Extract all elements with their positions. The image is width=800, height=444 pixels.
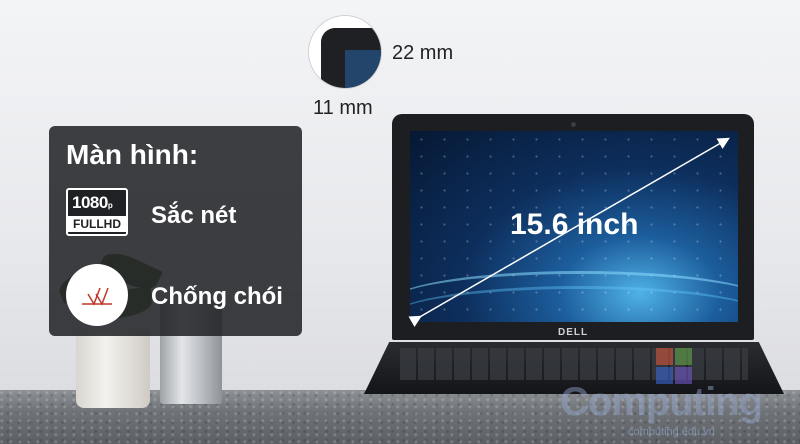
watermark: Computing [560,380,763,424]
fullhd-1080p-icon: 1080p FULLHD [66,188,128,236]
product-banner: 22 mm 11 mm 15.6 inch DELL Màn hình: 108… [0,0,800,444]
feature-antiglare-label: Chống chói [151,283,283,310]
anti-glare-icon [66,264,128,326]
feature-sharp-label: Sắc nét [151,202,237,229]
brand-logo: DELL [558,327,589,338]
screen-size-label: 15.6 inch [510,208,639,241]
panel-title: Màn hình: [66,139,199,170]
watermark-url: computing.edu.vn [628,426,715,438]
